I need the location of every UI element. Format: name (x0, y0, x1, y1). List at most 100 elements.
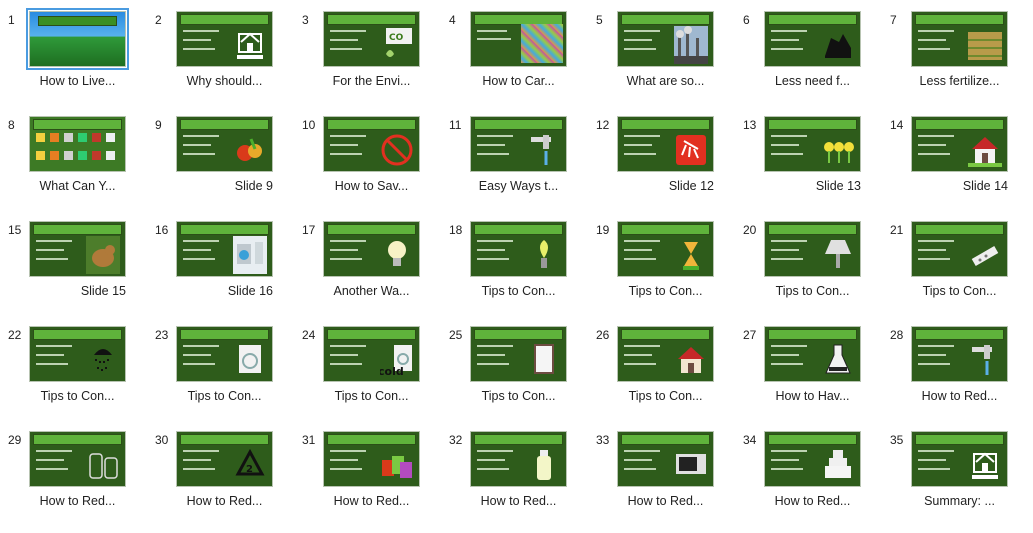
slide-item[interactable]: 9 Slide 9 (147, 113, 294, 218)
slide-thumbnail[interactable] (470, 326, 567, 382)
slide-item[interactable]: 30 2 How to Red... (147, 428, 294, 533)
slide-thumbnail[interactable] (617, 11, 714, 67)
slide-thumbnail[interactable] (470, 221, 567, 277)
slide-item[interactable]: 33 How to Red... (588, 428, 735, 533)
slide-item[interactable]: 6 Less need f... (735, 8, 882, 113)
slide-item[interactable]: 12 Slide 12 (588, 113, 735, 218)
slide-item[interactable]: 27 How to Hav... (735, 323, 882, 428)
slide-item[interactable]: 14 Slide 14 (882, 113, 1029, 218)
slide-thumbnail[interactable] (176, 11, 273, 67)
slide-item[interactable]: 26 Tips to Con... (588, 323, 735, 428)
slide-thumbnail[interactable] (470, 116, 567, 172)
slide-thumbnail[interactable] (470, 11, 567, 67)
slide-thumbnail[interactable] (764, 11, 861, 67)
slide-item[interactable]: 24 cold Tips to Con... (294, 323, 441, 428)
svg-text:cold: cold (380, 365, 404, 378)
slide-picture-icon (527, 131, 561, 169)
slide-thumbnail[interactable] (764, 221, 861, 277)
slide-thumbnail[interactable] (617, 326, 714, 382)
slide-item[interactable]: 34 How to Red... (735, 428, 882, 533)
slide-item[interactable]: 17 Another Wa... (294, 218, 441, 323)
slide-thumbnail[interactable] (617, 221, 714, 277)
slide-thumbnail[interactable] (911, 116, 1008, 172)
slide-picture-icon: CO (380, 26, 414, 64)
slide-picture-icon (86, 236, 120, 274)
slide-picture-icon (527, 446, 561, 484)
slide-thumbnail[interactable]: cold (323, 326, 420, 382)
slide-thumbnail[interactable] (29, 326, 126, 382)
slide-number: 33 (596, 433, 610, 447)
svg-text:2: 2 (246, 464, 253, 475)
slide-item[interactable]: 20 Tips to Con... (735, 218, 882, 323)
slide-number: 4 (449, 13, 456, 27)
slide-item[interactable]: 32 How to Red... (441, 428, 588, 533)
slide-caption: How to Hav... (775, 389, 850, 403)
slide-number: 9 (155, 118, 162, 132)
slide-item[interactable]: 16 Slide 16 (147, 218, 294, 323)
slide-item[interactable]: 28 How to Red... (882, 323, 1029, 428)
slide-thumbnail[interactable] (29, 116, 126, 172)
slide-number: 20 (743, 223, 757, 237)
slide-thumbnail[interactable] (911, 11, 1008, 67)
slide-number: 14 (890, 118, 904, 132)
slide-item[interactable]: 18 Tips to Con... (441, 218, 588, 323)
slide-caption: Slide 16 (227, 284, 273, 298)
slide-item[interactable]: 10 How to Sav... (294, 113, 441, 218)
slide-picture-icon: 2 (233, 446, 267, 484)
slide-thumbnail[interactable]: 2 (176, 431, 273, 487)
slide-thumbnail[interactable] (764, 431, 861, 487)
slide-caption: Easy Ways t... (478, 179, 559, 193)
slide-item[interactable]: 2 Why should... (147, 8, 294, 113)
slide-item[interactable]: 23 Tips to Con... (147, 323, 294, 428)
slide-picture-icon (674, 341, 708, 379)
slide-thumbnail[interactable] (29, 431, 126, 487)
slide-thumbnail[interactable] (911, 326, 1008, 382)
slide-item[interactable]: 5 What are so... (588, 8, 735, 113)
slide-thumbnail[interactable] (26, 8, 129, 70)
slide-item[interactable]: 1 How to Live... (0, 8, 147, 113)
slide-thumbnail[interactable] (323, 431, 420, 487)
slide-thumbnail[interactable] (617, 431, 714, 487)
slide-item[interactable]: 25 Tips to Con... (441, 323, 588, 428)
slide-item[interactable]: 31 How to Red... (294, 428, 441, 533)
slide-item[interactable]: 15 Slide 15 (0, 218, 147, 323)
slide-thumbnail[interactable] (617, 116, 714, 172)
slide-caption: How to Red... (480, 494, 557, 508)
slide-item[interactable]: 8 What Can Y... (0, 113, 147, 218)
slide-picture-icon (527, 341, 561, 379)
slide-item[interactable]: 22 Tips to Con... (0, 323, 147, 428)
slide-caption: Slide 15 (80, 284, 126, 298)
slide-picture-icon (821, 131, 855, 169)
slide-sorter-grid: 1 How to Live... 2 Why should... 3 CO For the … (0, 8, 1029, 533)
slide-thumbnail[interactable] (911, 431, 1008, 487)
slide-caption: How to Red... (186, 494, 263, 508)
slide-item[interactable]: 19 Tips to Con... (588, 218, 735, 323)
slide-item[interactable]: 35 Summary: ... (882, 428, 1029, 533)
slide-number: 31 (302, 433, 316, 447)
svg-text:CO: CO (389, 33, 404, 43)
slide-caption: How to Sav... (334, 179, 409, 193)
slide-picture-icon (380, 131, 414, 169)
slide-caption: What are so... (626, 74, 705, 88)
slide-thumbnail[interactable] (176, 326, 273, 382)
slide-thumbnail[interactable] (176, 221, 273, 277)
slide-item[interactable]: 7 Less fertilize... (882, 8, 1029, 113)
slide-item[interactable]: 3 CO For the Envi... (294, 8, 441, 113)
slide-thumbnail[interactable]: CO (323, 11, 420, 67)
slide-thumbnail[interactable] (323, 221, 420, 277)
slide-number: 7 (890, 13, 897, 27)
slide-thumbnail[interactable] (470, 431, 567, 487)
slide-number: 29 (8, 433, 22, 447)
slide-thumbnail[interactable] (764, 116, 861, 172)
slide-thumbnail[interactable] (29, 221, 126, 277)
slide-item[interactable]: 11 Easy Ways t... (441, 113, 588, 218)
slide-thumbnail[interactable] (764, 326, 861, 382)
slide-item[interactable]: 21 Tips to Con... (882, 218, 1029, 323)
slide-picture-icon (233, 131, 267, 169)
slide-item[interactable]: 29 How to Red... (0, 428, 147, 533)
slide-item[interactable]: 4 How to Car... (441, 8, 588, 113)
slide-thumbnail[interactable] (176, 116, 273, 172)
slide-item[interactable]: 13 Slide 13 (735, 113, 882, 218)
slide-thumbnail[interactable] (911, 221, 1008, 277)
slide-thumbnail[interactable] (323, 116, 420, 172)
